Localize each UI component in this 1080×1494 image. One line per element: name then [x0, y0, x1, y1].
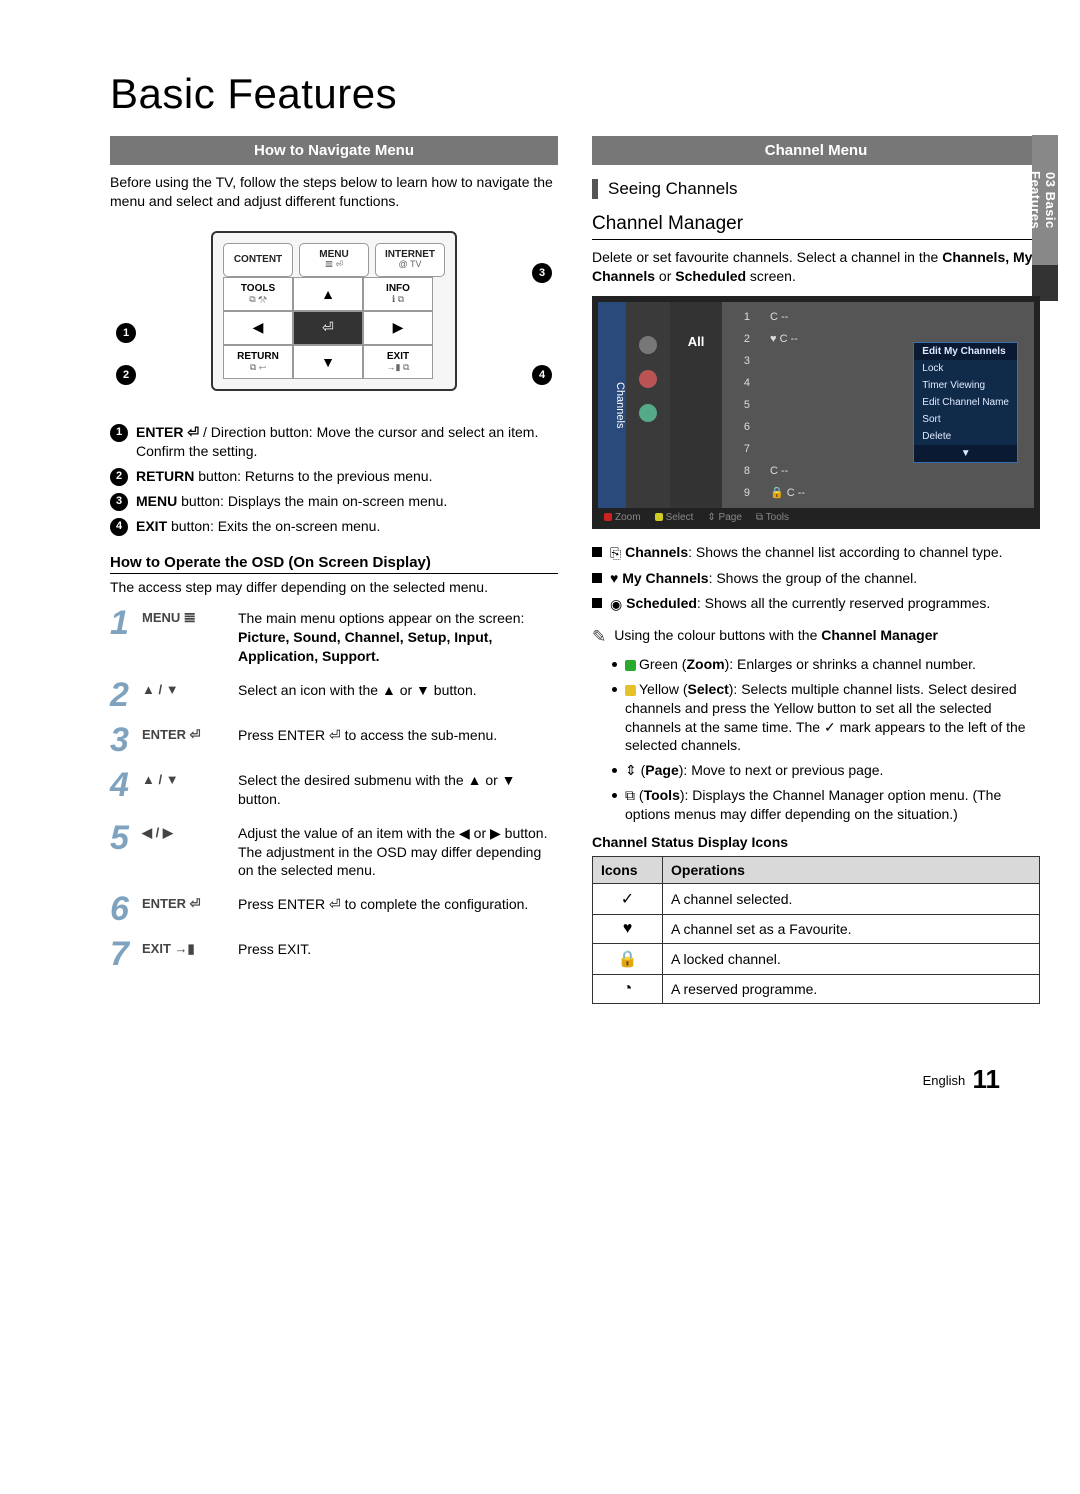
- remote-left: ◀: [223, 311, 293, 345]
- osd-step-row: 1MENU 𝌆The main menu options appear on t…: [110, 604, 558, 676]
- callout-2: 2: [116, 365, 136, 385]
- status-icon-row: ◔A reserved programme.: [593, 975, 1040, 1004]
- colour-item: ⧉ (Tools): Displays the Channel Manager …: [612, 786, 1040, 824]
- remote-internet: INTERNET@ TV: [375, 243, 445, 277]
- channel-type-item: ♥ My Channels: Shows the group of the ch…: [592, 569, 1040, 589]
- cm-footer: Zoom Select ⇕ Page ⧉ Tools: [598, 508, 1034, 523]
- colour-buttons-list: Green (Zoom): Enlarges or shrinks a chan…: [612, 655, 1040, 824]
- channel-type-list: ⎘ Channels: Shows the channel list accor…: [592, 543, 1040, 614]
- callout-item: 4EXIT button: Exits the on-screen menu.: [110, 517, 558, 536]
- channel-manager-desc: Delete or set favourite channels. Select…: [592, 248, 1040, 286]
- nav-menu-bar: How to Navigate Menu: [110, 136, 558, 165]
- callout-item: 2RETURN button: Returns to the previous …: [110, 467, 558, 486]
- osd-steps-table: 1MENU 𝌆The main menu options appear on t…: [110, 604, 558, 980]
- cm-row: 1C --: [730, 306, 1026, 328]
- callout-list: 1ENTER ⏎ / Direction button: Move the cu…: [110, 423, 558, 536]
- status-icon-row: 🔒A locked channel.: [593, 944, 1040, 975]
- remote-menu: MENU𝌆 ⏎: [299, 243, 369, 277]
- remote-tools: TOOLS⧉ ⚒: [223, 277, 293, 311]
- cm-row: 8C --: [730, 460, 1026, 482]
- section-tab: 03 Basic Features: [1032, 135, 1058, 265]
- cm-icon-column: [626, 302, 670, 508]
- cm-tab-channels: Channels: [598, 302, 626, 508]
- remote-info: INFOℹ ⧉: [363, 277, 433, 311]
- osd-desc: The access step may differ depending on …: [110, 578, 558, 597]
- page-title: Basic Features: [110, 70, 1040, 118]
- cm-context-menu: Edit My Channels Lock Timer Viewing Edit…: [913, 342, 1018, 463]
- colour-item: ⇕ (Page): Move to next or previous page.: [612, 761, 1040, 780]
- osd-step-row: 7EXIT →▮Press EXIT.: [110, 935, 558, 980]
- osd-step-row: 6ENTER ⏎Press ENTER ⏎ to complete the co…: [110, 890, 558, 935]
- seeing-channels-head: Seeing Channels: [592, 179, 1040, 199]
- note-icon: ✎: [592, 626, 606, 649]
- status-icon-row: ✓A channel selected.: [593, 884, 1040, 915]
- osd-step-row: 2▲ / ▼Select an icon with the ▲ or ▼ but…: [110, 676, 558, 721]
- colour-item: Green (Zoom): Enlarges or shrinks a chan…: [612, 655, 1040, 674]
- colour-buttons-note: ✎ Using the colour buttons with the Chan…: [592, 626, 1040, 649]
- remote-right: ▶: [363, 311, 433, 345]
- page-footer: English 11: [110, 1064, 1040, 1095]
- remote-up: ▲: [293, 277, 363, 311]
- channel-manager-head: Channel Manager: [592, 213, 1040, 240]
- osd-step-row: 3ENTER ⏎Press ENTER ⏎ to access the sub-…: [110, 721, 558, 766]
- callout-item: 3MENU button: Displays the main on-scree…: [110, 492, 558, 511]
- callout-3: 3: [532, 263, 552, 283]
- remote-content: CONTENT: [223, 243, 293, 277]
- osd-step-row: 5◀ / ▶Adjust the value of an item with t…: [110, 819, 558, 891]
- callout-4: 4: [532, 365, 552, 385]
- callout-item: 1ENTER ⏎ / Direction button: Move the cu…: [110, 423, 558, 461]
- remote-enter: ⏎: [293, 311, 363, 345]
- callout-1: 1: [116, 323, 136, 343]
- cm-row: 9🔒 C --: [730, 482, 1026, 504]
- colour-item: Yellow (Select): Selects multiple channe…: [612, 680, 1040, 756]
- channel-manager-screenshot: Channels All 1C --2♥ C --345678C --9🔒 C …: [592, 296, 1040, 529]
- nav-intro: Before using the TV, follow the steps be…: [110, 173, 558, 211]
- cm-all-label: All: [670, 302, 722, 508]
- status-icon-row: ♥A channel set as a Favourite.: [593, 915, 1040, 944]
- remote-return: RETURN⧉ ↩: [223, 345, 293, 379]
- status-icons-head: Channel Status Display Icons: [592, 834, 1040, 850]
- remote-exit: EXIT→▮ ⧉: [363, 345, 433, 379]
- channel-menu-bar: Channel Menu: [592, 136, 1040, 165]
- remote-down: ▼: [293, 345, 363, 379]
- remote-diagram: 1 2 3 4 CONTENT MENU𝌆 ⏎ INTERNET@ TV TOO…: [110, 221, 558, 407]
- channel-type-item: ⎘ Channels: Shows the channel list accor…: [592, 543, 1040, 563]
- osd-heading: How to Operate the OSD (On Screen Displa…: [110, 554, 558, 574]
- channel-type-item: ◉ Scheduled: Shows all the currently res…: [592, 594, 1040, 614]
- osd-step-row: 4▲ / ▼Select the desired submenu with th…: [110, 766, 558, 819]
- status-icons-table: IconsOperations ✓A channel selected.♥A c…: [592, 856, 1040, 1004]
